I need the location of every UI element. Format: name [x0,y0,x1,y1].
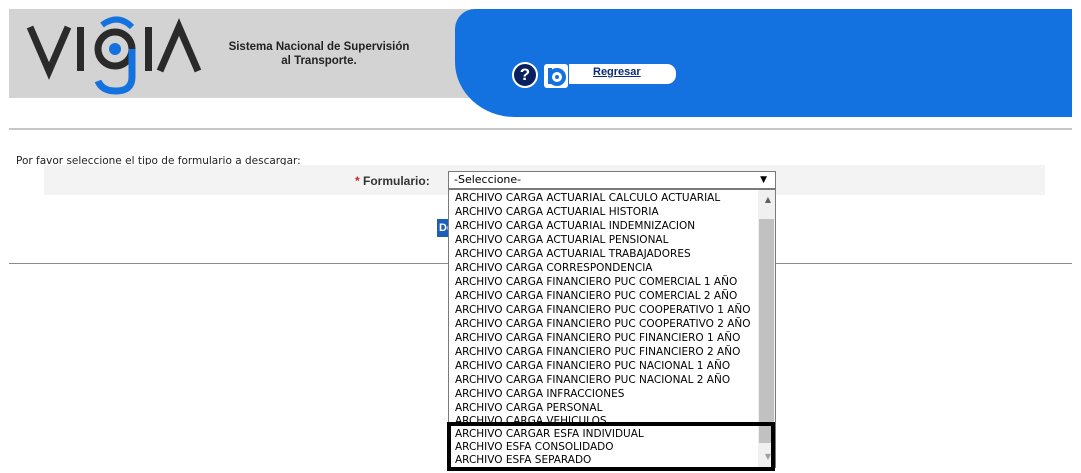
dropdown-option[interactable]: ARCHIVO CARGA FINANCIERO PUC FINANCIERO … [455,331,740,345]
dropdown-option[interactable]: ARCHIVO CARGA ACTUARIAL INDEMNIZACION [455,219,695,233]
chevron-down-icon[interactable]: ▼ [760,172,767,188]
dropdown-option[interactable]: ARCHIVO CARGA FINANCIERO PUC COOPERATIVO… [455,303,751,317]
formulario-select[interactable]: -Seleccione- ▼ [448,171,776,189]
highlight-annotation-box [447,422,775,471]
dropdown-option[interactable]: ARCHIVO CARGA ACTUARIAL TRABAJADORES [455,247,691,261]
form-label: * Formulario: [355,174,430,188]
dropdown-option[interactable]: ARCHIVO CARGA VEHICULOS [455,414,607,422]
dropdown-option[interactable]: ARCHIVO CARGA INFRACCIONES [455,387,624,401]
dropdown-option[interactable]: ARCHIVO CARGA FINANCIERO PUC COMERCIAL 2… [455,289,737,303]
help-icon[interactable]: ? [512,62,538,88]
header-blue-panel [455,9,1072,117]
form-label-text: Formulario: [363,174,430,188]
dropdown-option[interactable]: ARCHIVO CARGA FINANCIERO PUC NACIONAL 1 … [455,359,730,373]
scroll-up-icon[interactable]: ▲ [765,195,771,204]
vigia-logo [26,16,202,95]
scrollbar-thumb[interactable] [759,219,774,443]
logo-subtitle: Sistema Nacional de Supervisión al Trans… [219,40,419,68]
dropdown-option[interactable]: ARCHIVO CARGA FINANCIERO PUC COOPERATIVO… [455,317,751,331]
dropdown-option[interactable]: ARCHIVO CARGA ACTUARIAL HISTORIA [455,205,659,219]
dropdown-option[interactable]: ARCHIVO CARGA ACTUARIAL CALCULO ACTUARIA… [455,191,720,205]
logo-subtitle-line1: Sistema Nacional de Supervisión [228,41,410,53]
back-arrow-icon[interactable] [544,64,568,88]
select-value: -Seleccione- [454,173,522,186]
section-divider-top [9,128,1072,130]
required-mark: * [355,174,360,188]
dropdown-option[interactable]: ARCHIVO CARGA PERSONAL [455,401,602,415]
dropdown-option[interactable]: ARCHIVO CARGA ACTUARIAL PENSIONAL [455,233,668,247]
dropdown-option[interactable]: ARCHIVO CARGA CORRESPONDENCIA [455,261,652,275]
dropdown-option[interactable]: ARCHIVO CARGA FINANCIERO PUC NACIONAL 2 … [455,373,730,387]
dropdown-option[interactable]: ARCHIVO CARGA FINANCIERO PUC COMERCIAL 1… [455,275,737,289]
logo-subtitle-line2: al Transporte. [281,55,357,67]
dropdown-option[interactable]: ARCHIVO CARGA FINANCIERO PUC FINANCIERO … [455,345,740,359]
back-link[interactable]: Regresar [593,66,641,78]
